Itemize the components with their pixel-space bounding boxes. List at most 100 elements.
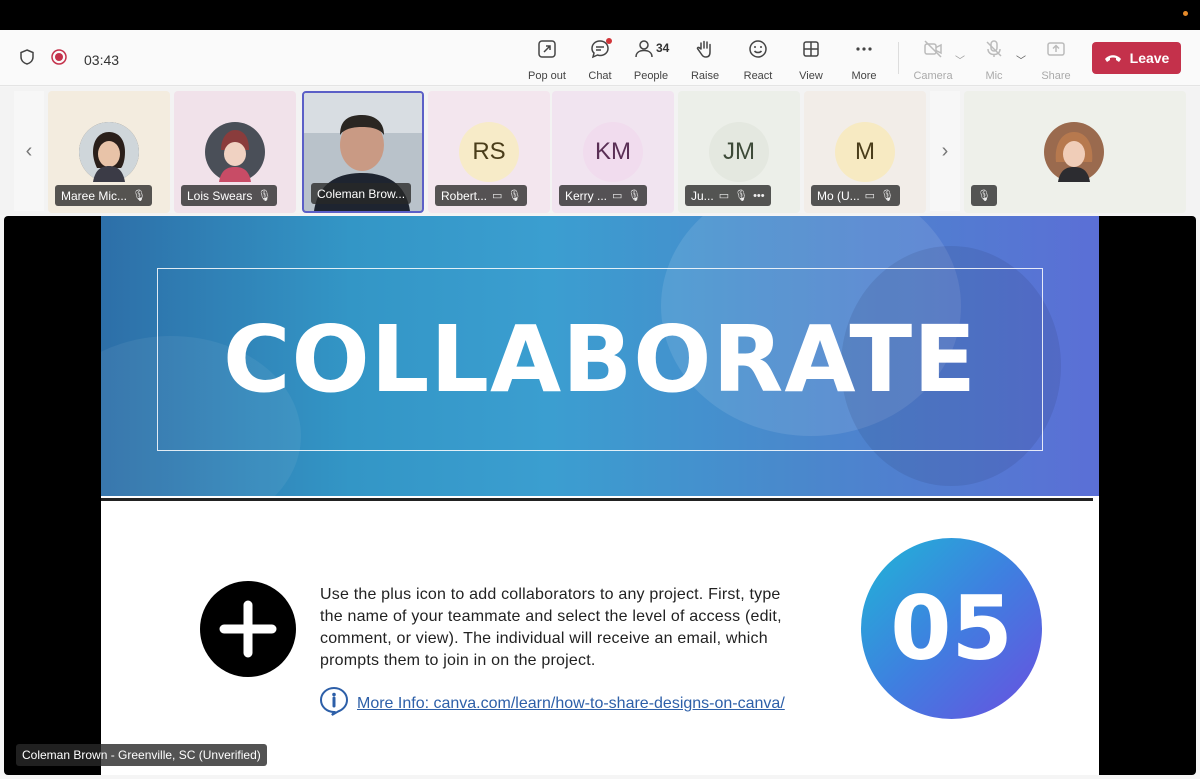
- recording-icon: [50, 48, 68, 71]
- avatar: M: [835, 122, 895, 182]
- view-button[interactable]: View: [784, 38, 838, 82]
- mic-label: Mic: [985, 70, 1003, 82]
- more-dots-icon: [853, 38, 875, 65]
- mic-button[interactable]: Mic: [967, 38, 1021, 82]
- camera-off-icon: ▭: [492, 190, 503, 202]
- react-label: React: [743, 70, 773, 82]
- participant-strip: ‹ Maree Mic... 🎙︎ Lois Swears 🎙︎ Coleman…: [0, 87, 1200, 215]
- mic-muted-icon: 🎙︎: [257, 190, 272, 202]
- camera-label: Camera: [913, 70, 953, 82]
- participant-name-tag: Ju... ▭ 🎙︎ •••: [685, 185, 771, 206]
- participant-name-tag: Coleman Brow...: [311, 183, 412, 204]
- avatar: RS: [459, 122, 519, 182]
- participant-name-tag: Mo (U... ▭ 🎙︎: [811, 185, 901, 206]
- meeting-info: 03:43: [18, 48, 119, 71]
- mic-muted-icon: 🎙︎: [507, 190, 522, 202]
- participant-name: Kerry ...: [565, 188, 608, 203]
- chat-unread-dot: [606, 38, 612, 44]
- plus-icon: [200, 581, 296, 677]
- popout-label: Pop out: [528, 70, 566, 82]
- people-label: People: [633, 70, 669, 82]
- camera-options-chevron-icon[interactable]: ﹀: [955, 52, 965, 67]
- participant-name: Coleman Brow...: [317, 186, 406, 201]
- toolbar-divider: [898, 42, 899, 74]
- shared-screen-stage: COLLABORATE Use the plus icon to add col…: [4, 216, 1196, 775]
- system-status-bar: [0, 0, 1200, 30]
- avatar: KM: [583, 122, 643, 182]
- avatar: [1044, 122, 1104, 182]
- mic-muted-icon: 🎙︎: [132, 190, 146, 202]
- mic-muted-icon: 🎙︎: [880, 190, 895, 202]
- popout-button[interactable]: Pop out: [520, 38, 574, 82]
- participant-name: Ju...: [691, 188, 714, 203]
- avatar: [79, 122, 139, 182]
- hand-icon: [694, 38, 716, 65]
- more-button[interactable]: More: [837, 38, 891, 82]
- camera-off-icon: ▭: [612, 190, 623, 202]
- more-dots-icon[interactable]: •••: [753, 190, 765, 202]
- strip-next-chevron-icon[interactable]: ›: [930, 91, 960, 211]
- presenter-caption: Coleman Brown - Greenville, SC (Unverifi…: [16, 744, 267, 766]
- participant-tile[interactable]: JM Ju... ▭ 🎙︎ •••: [678, 91, 800, 213]
- mic-options-chevron-icon[interactable]: ﹀: [1016, 52, 1026, 67]
- participant-tile[interactable]: RS Robert... ▭ 🎙︎: [428, 91, 550, 213]
- camera-off-icon: [922, 38, 944, 65]
- meeting-timer: 03:43: [84, 51, 120, 68]
- self-mic-tag: 🎙︎: [971, 185, 997, 206]
- leave-label: Leave: [1129, 50, 1170, 66]
- camera-off-icon: ▭: [864, 190, 876, 202]
- chat-button[interactable]: Chat: [573, 38, 627, 82]
- people-button[interactable]: 34 People: [624, 38, 678, 82]
- people-icon: [633, 38, 655, 65]
- info-row: More Info: canva.com/learn/how-to-share-…: [319, 686, 785, 721]
- participant-name: Lois Swears: [187, 188, 253, 203]
- slide-number-badge: 05: [861, 538, 1042, 719]
- react-button[interactable]: React: [731, 38, 785, 82]
- more-info-link[interactable]: More Info: canva.com/learn/how-to-share-…: [357, 695, 785, 713]
- slide-number: 05: [890, 577, 1013, 680]
- participant-tile-active-speaker[interactable]: Coleman Brow...: [302, 91, 424, 213]
- mic-muted-icon: 🎙︎: [734, 190, 749, 202]
- participant-tile[interactable]: KM Kerry ... ▭ 🎙︎: [552, 91, 674, 213]
- status-dot: [1183, 11, 1188, 16]
- share-icon: [1045, 38, 1067, 65]
- mic-off-icon: [983, 38, 1005, 65]
- participant-name: Robert...: [441, 188, 488, 203]
- slide-title-frame: COLLABORATE: [157, 268, 1043, 451]
- participant-name-tag: Kerry ... ▭ 🎙︎: [559, 185, 648, 206]
- strip-prev-chevron-icon[interactable]: ‹: [14, 91, 44, 211]
- participant-tile[interactable]: M Mo (U... ▭ 🎙︎: [804, 91, 926, 213]
- slide-body-text: Use the plus icon to add collaborators t…: [320, 586, 782, 669]
- leave-button[interactable]: Leave: [1092, 42, 1181, 74]
- raise-hand-button[interactable]: Raise: [678, 38, 732, 82]
- participant-tile[interactable]: Maree Mic... 🎙︎: [48, 91, 170, 213]
- participant-name-tag: Robert... ▭ 🎙︎: [435, 185, 528, 206]
- more-label: More: [851, 70, 877, 82]
- shield-icon[interactable]: [18, 48, 36, 71]
- mic-muted-icon: 🎙︎: [977, 190, 991, 202]
- people-count: 34: [656, 41, 670, 55]
- participant-name: Maree Mic...: [61, 188, 128, 203]
- slide-divider: [101, 498, 1093, 501]
- avatar: [205, 122, 265, 182]
- slide-banner: COLLABORATE: [101, 216, 1099, 496]
- slide-title: COLLABORATE: [222, 306, 977, 413]
- participant-name: Mo (U...: [817, 188, 860, 203]
- participant-name-tag: Maree Mic... 🎙︎: [55, 185, 152, 206]
- participant-name-tag: Lois Swears 🎙︎: [181, 185, 278, 206]
- view-label: View: [799, 70, 823, 82]
- mic-muted-icon: 🎙︎: [627, 190, 642, 202]
- share-label: Share: [1041, 70, 1071, 82]
- camera-off-icon: ▭: [718, 190, 730, 202]
- participant-tile[interactable]: Lois Swears 🎙︎: [174, 91, 296, 213]
- chat-label: Chat: [588, 70, 612, 82]
- smiley-icon: [747, 38, 769, 65]
- share-button[interactable]: Share: [1029, 38, 1083, 82]
- grid-view-icon: [800, 38, 822, 65]
- popout-icon: [536, 38, 558, 65]
- self-view-tile[interactable]: 🎙︎: [964, 91, 1186, 213]
- presentation-slide: COLLABORATE Use the plus icon to add col…: [101, 216, 1099, 775]
- camera-button[interactable]: Camera: [906, 38, 960, 82]
- avatar: JM: [709, 122, 769, 182]
- phone-hangup-icon: [1104, 50, 1122, 66]
